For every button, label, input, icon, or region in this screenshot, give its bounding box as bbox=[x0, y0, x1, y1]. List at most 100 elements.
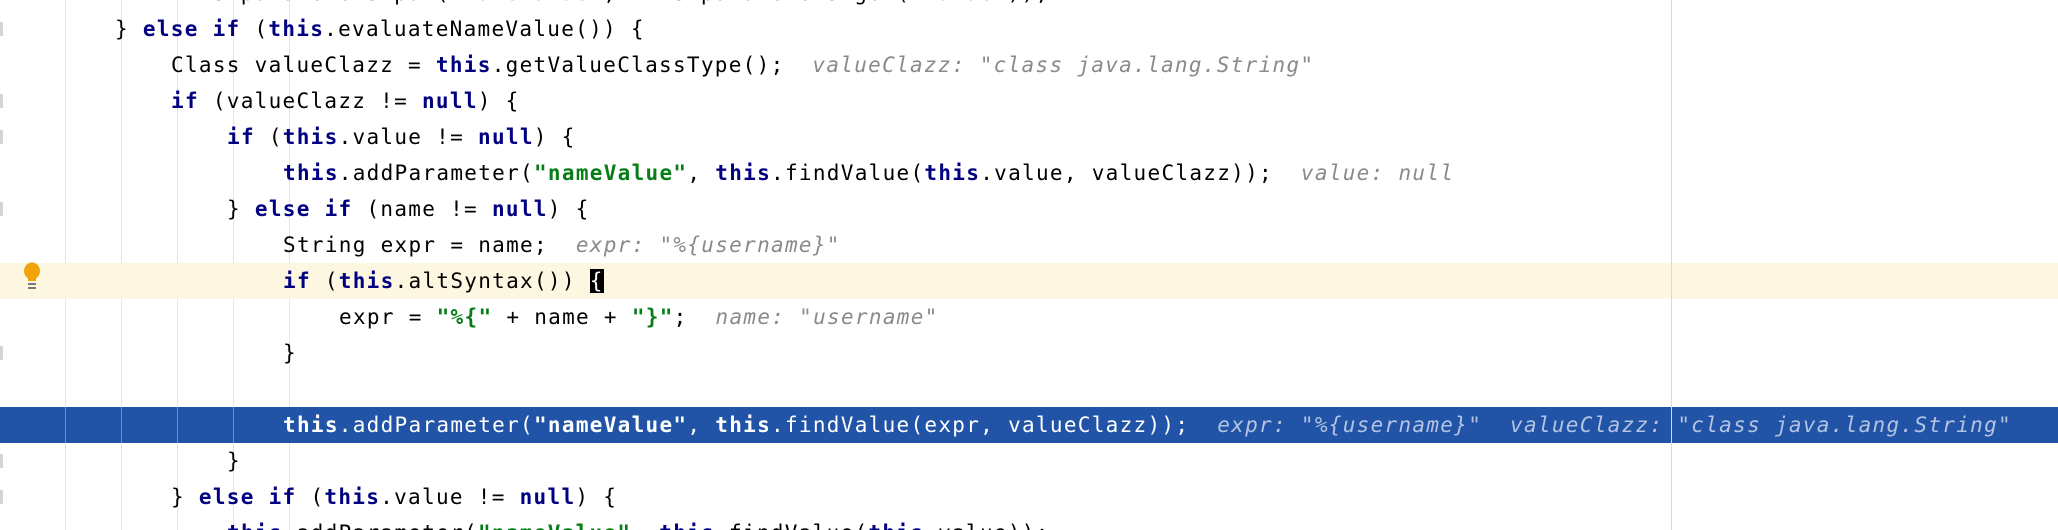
code-text: this.addParameter("nameValue", this.find… bbox=[227, 515, 1050, 530]
code-token: } bbox=[283, 341, 297, 365]
code-token: .altSyntax()) bbox=[394, 269, 590, 293]
code-token: + name + bbox=[492, 305, 632, 329]
code-token: .addParameter( bbox=[338, 413, 534, 437]
code-token: .addParameter( bbox=[283, 521, 478, 530]
code-token: .addParameter( bbox=[338, 161, 534, 185]
keyword-token: this bbox=[227, 521, 283, 530]
code-line[interactable]: expr = "%{" + name + "}"; name: "usernam… bbox=[0, 299, 2058, 335]
code-text: } else if (this.value != null) { bbox=[171, 479, 617, 515]
code-line-selected[interactable]: this.addParameter("nameValue", this.find… bbox=[0, 407, 2058, 443]
code-editor[interactable]: this.parameters.put("nameValue", this.pa… bbox=[0, 0, 2058, 530]
code-token: expr = bbox=[339, 305, 437, 329]
keyword-token: null bbox=[491, 197, 548, 221]
code-token: .value, valueClazz)); bbox=[980, 161, 1301, 185]
code-token: .findValue( bbox=[715, 521, 868, 530]
keyword-token: this bbox=[631, 0, 687, 5]
code-line[interactable]: } bbox=[0, 443, 2058, 479]
keyword-token: this bbox=[268, 17, 325, 41]
code-line[interactable]: this.addParameter("nameValue", this.find… bbox=[0, 515, 2058, 530]
string-token: "%{" bbox=[436, 305, 493, 329]
keyword-token: if bbox=[227, 125, 255, 149]
code-token: String expr = name; bbox=[283, 233, 576, 257]
keyword-token: this bbox=[868, 521, 924, 530]
inline-debug-value: expr: "%{username}" bbox=[1217, 413, 1483, 437]
code-line[interactable]: String expr = name; expr: "%{username}" bbox=[0, 227, 2058, 263]
code-text: if (this.altSyntax()) { bbox=[283, 263, 604, 299]
code-line[interactable] bbox=[0, 371, 2058, 407]
code-token: .findValue( bbox=[771, 161, 925, 185]
keyword-token: this bbox=[715, 413, 772, 437]
keyword-token: this bbox=[715, 161, 772, 185]
indent-guide bbox=[233, 407, 234, 443]
code-token: } bbox=[227, 449, 241, 473]
inline-debug-value: valueClazz: "class java.lang.String" bbox=[812, 53, 1315, 77]
code-token: , bbox=[687, 413, 716, 437]
code-text: this.addParameter("nameValue", this.find… bbox=[283, 155, 1454, 191]
code-line[interactable]: if (this.value != null) { bbox=[0, 119, 2058, 155]
keyword-token: else if bbox=[254, 197, 353, 221]
code-token: (valueClazz != bbox=[198, 89, 422, 113]
string-token: "nameValue" bbox=[450, 0, 603, 5]
code-token: .getValueClassType(); bbox=[491, 53, 813, 77]
inline-debug-value: expr: "%{username}" bbox=[575, 233, 841, 257]
keyword-token: if bbox=[283, 269, 311, 293]
code-token: ( bbox=[296, 485, 325, 509]
code-token: ) { bbox=[477, 89, 520, 113]
code-token: .value != bbox=[380, 485, 520, 509]
code-token: ) { bbox=[533, 125, 576, 149]
code-line[interactable]: } else if (name != null) { bbox=[0, 191, 2058, 227]
keyword-token: this bbox=[659, 521, 715, 530]
code-token: .value)); bbox=[924, 521, 1050, 530]
code-text: this.addParameter("nameValue", this.find… bbox=[283, 407, 2012, 443]
keyword-token: this bbox=[283, 161, 339, 185]
code-token: )); bbox=[1008, 0, 1050, 5]
keyword-token: this bbox=[924, 161, 981, 185]
code-token: .parameters.get( bbox=[687, 0, 910, 5]
code-line[interactable]: } else if (this.value != null) { bbox=[0, 479, 2058, 515]
code-line[interactable]: this.parameters.put("nameValue", this.pa… bbox=[0, 0, 2058, 11]
keyword-token: this bbox=[171, 0, 227, 5]
code-token: } bbox=[115, 17, 143, 41]
string-token: "value" bbox=[910, 0, 1008, 5]
code-text: } bbox=[227, 443, 241, 479]
code-token: (name != bbox=[352, 197, 492, 221]
code-line[interactable]: if (valueClazz != null) { bbox=[0, 83, 2058, 119]
code-token: .findValue(expr, valueClazz)); bbox=[771, 413, 1218, 437]
inline-debug-value: valueClazz: "class java.lang.String" bbox=[1510, 413, 2012, 437]
keyword-token: this bbox=[338, 269, 395, 293]
code-token: ( bbox=[254, 125, 283, 149]
keyword-token: else if bbox=[198, 485, 297, 509]
code-line[interactable]: this.addParameter("nameValue", this.find… bbox=[0, 155, 2058, 191]
keyword-token: if bbox=[171, 89, 199, 113]
code-token: .value != bbox=[338, 125, 478, 149]
code-text: if (valueClazz != null) { bbox=[171, 83, 520, 119]
code-line[interactable]: Class valueClazz = this.getValueClassTyp… bbox=[0, 47, 2058, 83]
keyword-token: null bbox=[519, 485, 576, 509]
code-token: } bbox=[227, 197, 255, 221]
code-line[interactable]: } else if (this.evaluateNameValue()) { bbox=[0, 11, 2058, 47]
right-margin-guide bbox=[1671, 0, 1672, 530]
keyword-token: this bbox=[435, 53, 492, 77]
indent-guide bbox=[121, 407, 122, 443]
code-token: ) { bbox=[547, 197, 590, 221]
inline-debug-value: value: null bbox=[1300, 161, 1455, 185]
string-token: "nameValue" bbox=[478, 521, 631, 530]
code-text: String expr = name; expr: "%{username}" bbox=[283, 227, 841, 263]
code-line-caret[interactable]: if (this.altSyntax()) { bbox=[0, 263, 2058, 299]
lightbulb-icon[interactable] bbox=[22, 262, 42, 292]
code-line[interactable]: } bbox=[0, 335, 2058, 371]
string-token: "}" bbox=[631, 305, 674, 329]
code-token: , bbox=[603, 0, 631, 5]
string-token: "nameValue" bbox=[533, 413, 688, 437]
keyword-token: this bbox=[282, 125, 339, 149]
code-text: expr = "%{" + name + "}"; name: "usernam… bbox=[339, 299, 939, 335]
keyword-token: this bbox=[324, 485, 381, 509]
code-text: this.parameters.put("nameValue", this.pa… bbox=[171, 0, 1049, 11]
indent-guide bbox=[177, 407, 178, 443]
code-text: } else if (name != null) { bbox=[227, 191, 590, 227]
code-text: Class valueClazz = this.getValueClassTyp… bbox=[171, 47, 1314, 83]
code-token: ( bbox=[240, 17, 269, 41]
code-token: .evaluateNameValue()) { bbox=[324, 17, 645, 41]
code-text: } bbox=[283, 335, 297, 371]
